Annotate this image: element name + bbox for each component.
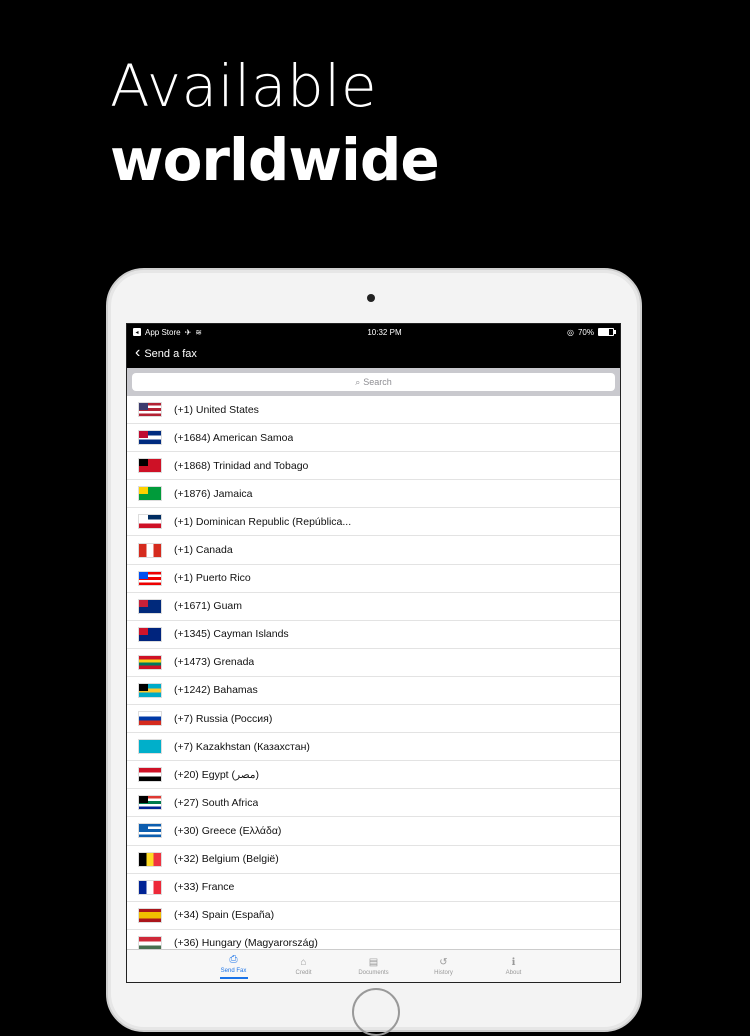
country-row[interactable]: (+32) Belgium (België) [127,846,620,874]
flag-icon [138,795,162,811]
country-label: (+32) Belgium (België) [174,853,279,866]
country-row[interactable]: (+1) Canada [127,536,620,565]
country-row[interactable]: (+1345) Cayman Islands [127,621,620,649]
battery-percent: 70% [577,327,594,337]
country-row[interactable]: (+20) Egypt (مصر) [127,761,620,790]
tab-documents[interactable]: ▤ Documents [339,950,409,982]
country-label: (+1) Puerto Rico [174,572,251,585]
flag-icon [138,626,162,642]
flag-icon [138,935,162,950]
country-row[interactable]: (+1) Dominican Republic (República... [127,508,620,537]
back-app-label[interactable]: App Store [145,328,181,337]
country-row[interactable]: (+1473) Grenada [127,649,620,677]
home-button[interactable] [352,988,400,1036]
headline-worldwide: worldwide [110,126,440,194]
search-bar: ⌕ Search [127,368,620,396]
country-label: (+20) Egypt (مصر) [174,768,260,781]
app-screen: ◂ App Store ✈ ≋ 10:32 PM ◎ 70% ‹ Send a … [126,323,621,983]
flag-icon [138,823,162,839]
search-icon: ⌕ [355,376,361,387]
flag-icon [138,430,162,446]
status-bar: ◂ App Store ✈ ≋ 10:32 PM ◎ 70% [127,324,620,340]
country-row[interactable]: (+1) Puerto Rico [127,565,620,593]
flag-icon [138,402,162,418]
tab-label: Credit [295,970,312,976]
country-label: (+1) Dominican Republic (República... [174,515,352,528]
camera-dot [367,294,375,302]
history-icon: ↺ [439,956,448,968]
country-row[interactable]: (+1868) Trinidad and Tobago [127,452,620,481]
nav-bar: ‹ Send a fax [127,340,620,368]
country-label: (+36) Hungary (Magyarország) [174,937,318,950]
lock-rotation-icon: ◎ [566,327,574,337]
flag-icon [138,570,162,586]
country-row[interactable]: (+1684) American Samoa [127,424,620,453]
country-label: (+1) Canada [174,544,233,557]
flag-icon [138,598,162,614]
country-row[interactable]: (+1) United States [127,396,620,425]
flag-icon [138,654,162,670]
country-row[interactable]: (+27) South Africa [127,789,620,818]
country-label: (+1473) Grenada [174,656,255,669]
country-label: (+7) Russia (Россия) [174,712,273,725]
tab-label: Send Fax [220,967,247,974]
flag-icon [138,514,162,530]
country-label: (+1876) Jamaica [174,487,253,500]
back-chevron-icon[interactable]: ‹ [135,345,140,361]
tab-label: Documents [358,970,389,976]
headline-available: Available [110,52,378,120]
tab-bar: ⎙ Send Fax ⌂ Credit ▤ Documents ↺ History ℹ About [127,949,620,982]
country-row[interactable]: (+34) Spain (España) [127,902,620,930]
printer-icon: ⎙ [229,954,238,965]
country-label: (+1) United States [174,403,259,416]
country-row[interactable]: (+7) Russia (Россия) [127,705,620,734]
flag-icon [138,907,162,923]
battery-icon [597,328,616,336]
country-label: (+1671) Guam [174,600,242,613]
tab-about[interactable]: ℹ About [479,950,549,982]
country-label: (+1684) American Samoa [174,431,294,444]
flag-icon [138,879,162,895]
back-button-label[interactable]: Send a fax [144,348,197,360]
airplane-icon: ✈ [184,327,192,337]
flag-icon [138,739,162,755]
wifi-icon: ≋ [195,327,202,337]
country-label: (+7) Kazakhstan (Казахстан) [174,740,310,753]
flag-icon [138,458,162,474]
back-app-icon[interactable]: ◂ [133,328,141,336]
flag-icon [138,682,162,698]
status-time: 10:32 PM [367,327,402,337]
country-row[interactable]: (+30) Greece (Ελλάδα) [127,817,620,846]
tab-label: History [434,970,453,976]
flag-icon [138,767,162,783]
flag-icon [138,486,162,502]
info-icon: ℹ [511,956,516,968]
document-icon: ▤ [368,956,379,968]
flag-icon [138,711,162,727]
tab-label: About [505,970,522,976]
country-label: (+33) France [174,881,235,894]
country-label: (+30) Greece (Ελλάδα) [174,824,282,837]
tab-credit[interactable]: ⌂ Credit [269,950,339,982]
country-row[interactable]: (+1242) Bahamas [127,677,620,706]
country-label: (+27) South Africa [174,796,259,809]
flag-icon [138,542,162,558]
tab-history[interactable]: ↺ History [409,950,479,982]
store-icon: ⌂ [300,956,307,968]
country-label: (+1242) Bahamas [174,684,258,697]
country-row[interactable]: (+1876) Jamaica [127,480,620,509]
country-row[interactable]: (+33) France [127,874,620,902]
country-label: (+34) Spain (España) [174,909,275,922]
flag-icon [138,851,162,867]
country-list: (+1) United States (+1684) American Samoa… [127,396,620,950]
active-tab-indicator [219,976,248,979]
search-input[interactable]: ⌕ Search [132,373,615,391]
country-label: (+1868) Trinidad and Tobago [174,459,309,472]
country-row[interactable]: (+1671) Guam [127,593,620,621]
tab-send-fax[interactable]: ⎙ Send Fax [199,950,269,982]
country-row[interactable]: (+36) Hungary (Magyarország) [127,930,620,950]
country-label: (+1345) Cayman Islands [174,628,289,641]
country-row[interactable]: (+7) Kazakhstan (Казахстан) [127,733,620,762]
search-placeholder: Search [363,377,392,387]
